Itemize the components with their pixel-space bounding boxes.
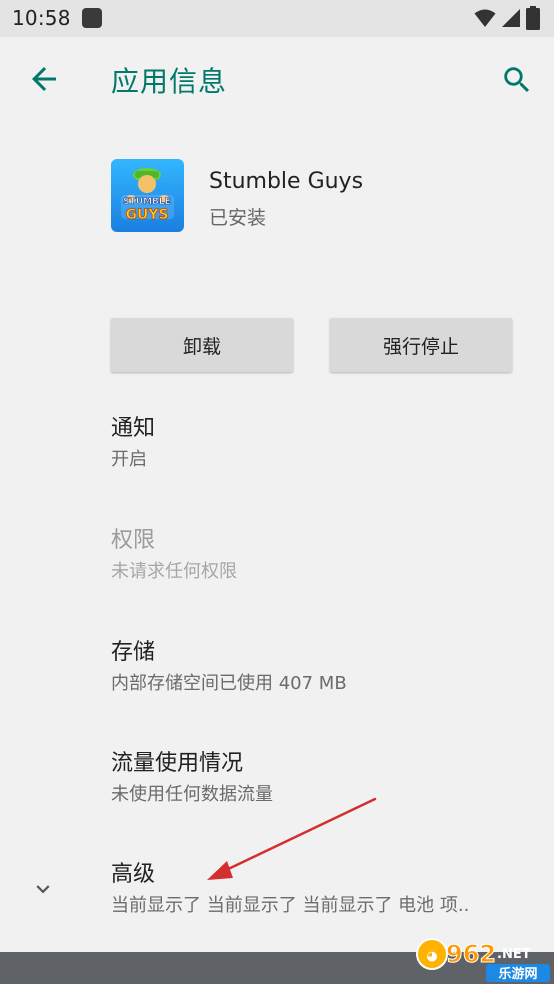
annotation-arrow	[207, 797, 377, 880]
watermark-suffix: .NET	[497, 947, 531, 962]
site-watermark-logo: ◕ 962 .NET 乐游网	[416, 938, 550, 982]
watermark-number: 962	[446, 940, 496, 968]
svg-text:◕: ◕	[426, 949, 437, 964]
watermark-subtitle: 乐游网	[498, 966, 537, 982]
